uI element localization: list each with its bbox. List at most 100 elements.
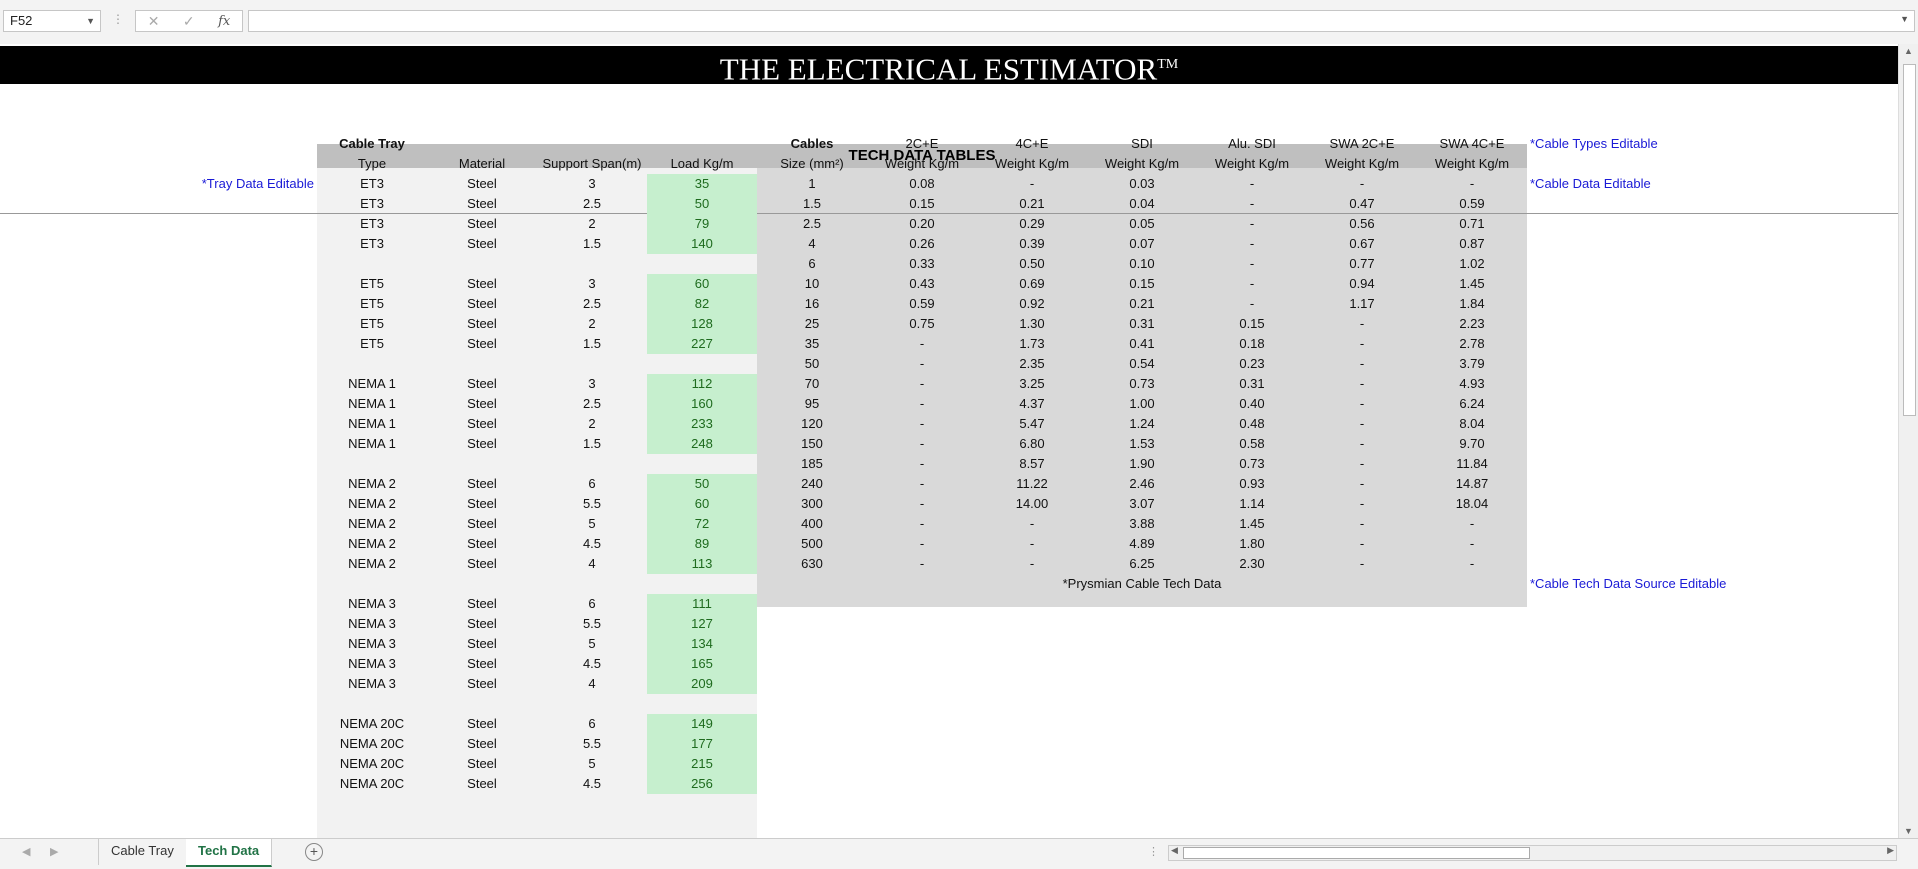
cable-weight-cell[interactable]: 2.46	[1087, 474, 1197, 494]
cable-weight-cell[interactable]: 1.53	[1087, 434, 1197, 454]
cable-weight-cell[interactable]: -	[1197, 194, 1307, 214]
tray-cell[interactable]: NEMA 20C	[317, 714, 427, 734]
cable-weight-cell[interactable]: 1.84	[1417, 294, 1527, 314]
tray-cell[interactable]: NEMA 2	[317, 534, 427, 554]
cable-weight-cell[interactable]: 0.73	[1087, 374, 1197, 394]
cable-weight-cell[interactable]: 0.10	[1087, 254, 1197, 274]
tray-cell[interactable]: NEMA 2	[317, 554, 427, 574]
add-sheet-icon[interactable]: +	[305, 843, 323, 861]
expand-formula-icon[interactable]: ▼	[1900, 14, 1909, 24]
tray-cell[interactable]: 6	[537, 594, 647, 614]
tray-cell[interactable]: ET5	[317, 294, 427, 314]
tray-cell[interactable]: Steel	[427, 614, 537, 634]
cable-weight-cell[interactable]: 0.67	[1307, 234, 1417, 254]
cable-weight-cell[interactable]: 2.30	[1197, 554, 1307, 574]
cable-weight-cell[interactable]: 0.15	[1087, 274, 1197, 294]
cable-weight-cell[interactable]: 5.47	[977, 414, 1087, 434]
tray-cell[interactable]: 5.5	[537, 734, 647, 754]
load-cell[interactable]: 215	[647, 754, 757, 774]
load-cell[interactable]: 112	[647, 374, 757, 394]
cable-weight-cell[interactable]: 0.87	[1417, 234, 1527, 254]
cable-size-cell[interactable]: 2.5	[757, 214, 867, 234]
tray-cell[interactable]: Steel	[427, 774, 537, 794]
cable-weight-cell[interactable]: 0.47	[1307, 194, 1417, 214]
tray-cell[interactable]: ET3	[317, 234, 427, 254]
cable-weight-cell[interactable]: 0.03	[1087, 174, 1197, 194]
tray-cell[interactable]: Steel	[427, 494, 537, 514]
cable-weight-cell[interactable]: 0.39	[977, 234, 1087, 254]
load-cell[interactable]: 72	[647, 514, 757, 534]
cable-weight-cell[interactable]: -	[867, 334, 977, 354]
cable-weight-cell[interactable]: 1.80	[1197, 534, 1307, 554]
cable-weight-cell[interactable]: 0.43	[867, 274, 977, 294]
tray-cell[interactable]: NEMA 1	[317, 374, 427, 394]
cable-weight-cell[interactable]: -	[1417, 174, 1527, 194]
cable-weight-cell[interactable]: 0.04	[1087, 194, 1197, 214]
cable-size-cell[interactable]: 1.5	[757, 194, 867, 214]
cable-weight-cell[interactable]: 0.15	[867, 194, 977, 214]
tray-cell[interactable]: ET3	[317, 194, 427, 214]
cable-weight-cell[interactable]: 0.93	[1197, 474, 1307, 494]
cable-weight-cell[interactable]: -	[867, 374, 977, 394]
next-sheet-icon[interactable]: ▶	[50, 845, 58, 858]
cable-weight-cell[interactable]: -	[1197, 254, 1307, 274]
cable-weight-cell[interactable]: 1.17	[1307, 294, 1417, 314]
h-scroll-thumb[interactable]	[1183, 847, 1530, 859]
tray-cell[interactable]: Steel	[427, 434, 537, 454]
tray-cell[interactable]: NEMA 1	[317, 434, 427, 454]
cable-weight-cell[interactable]: -	[1307, 534, 1417, 554]
tray-cell[interactable]: Steel	[427, 514, 537, 534]
cable-size-cell[interactable]: 185	[757, 454, 867, 474]
cable-size-cell[interactable]: 630	[757, 554, 867, 574]
tray-cell[interactable]: 4	[537, 674, 647, 694]
cable-weight-cell[interactable]: 3.07	[1087, 494, 1197, 514]
cable-weight-cell[interactable]: -	[1197, 214, 1307, 234]
cable-weight-cell[interactable]: 11.84	[1417, 454, 1527, 474]
cable-weight-cell[interactable]: 2.35	[977, 354, 1087, 374]
cable-weight-cell[interactable]: -	[1197, 274, 1307, 294]
tray-cell[interactable]: 2	[537, 314, 647, 334]
tray-cell[interactable]: Steel	[427, 654, 537, 674]
cable-size-cell[interactable]: 35	[757, 334, 867, 354]
tray-cell[interactable]: Steel	[427, 634, 537, 654]
cable-weight-cell[interactable]: -	[977, 554, 1087, 574]
cable-weight-cell[interactable]: 0.20	[867, 214, 977, 234]
cable-weight-cell[interactable]: -	[867, 454, 977, 474]
cable-weight-cell[interactable]: 1.14	[1197, 494, 1307, 514]
cable-weight-cell[interactable]: 0.08	[867, 174, 977, 194]
load-cell[interactable]: 82	[647, 294, 757, 314]
tray-cell[interactable]: ET3	[317, 174, 427, 194]
cable-weight-cell[interactable]: 0.77	[1307, 254, 1417, 274]
load-cell[interactable]: 256	[647, 774, 757, 794]
load-cell[interactable]: 209	[647, 674, 757, 694]
cable-weight-cell[interactable]: 0.07	[1087, 234, 1197, 254]
cable-weight-cell[interactable]: 0.33	[867, 254, 977, 274]
cable-weight-cell[interactable]: 0.23	[1197, 354, 1307, 374]
formula-input[interactable]: ▼	[248, 10, 1915, 32]
tray-cell[interactable]: 3	[537, 174, 647, 194]
tray-cell[interactable]: Steel	[427, 294, 537, 314]
horizontal-scrollbar[interactable]: ◀ ▶	[1168, 845, 1897, 861]
load-cell[interactable]: 248	[647, 434, 757, 454]
load-cell[interactable]: 127	[647, 614, 757, 634]
tray-cell[interactable]: NEMA 2	[317, 474, 427, 494]
cable-weight-cell[interactable]: -	[1307, 354, 1417, 374]
load-cell[interactable]: 233	[647, 414, 757, 434]
cable-type-header[interactable]: SWA 4C+E	[1417, 134, 1527, 154]
tray-cell[interactable]: Steel	[427, 554, 537, 574]
cable-size-cell[interactable]: 120	[757, 414, 867, 434]
cable-weight-cell[interactable]: 0.59	[1417, 194, 1527, 214]
load-cell[interactable]: 134	[647, 634, 757, 654]
splitter-icon[interactable]: ⋮	[1148, 845, 1159, 858]
load-cell[interactable]: 79	[647, 214, 757, 234]
load-cell[interactable]: 111	[647, 594, 757, 614]
cable-weight-cell[interactable]: 3.25	[977, 374, 1087, 394]
tray-cell[interactable]: Steel	[427, 334, 537, 354]
cable-size-cell[interactable]: 16	[757, 294, 867, 314]
cable-size-cell[interactable]: 400	[757, 514, 867, 534]
cable-weight-cell[interactable]: 3.79	[1417, 354, 1527, 374]
cable-weight-cell[interactable]: -	[867, 414, 977, 434]
cable-weight-cell[interactable]: -	[1197, 234, 1307, 254]
tray-cell[interactable]: ET3	[317, 214, 427, 234]
tray-cell[interactable]: 5	[537, 634, 647, 654]
